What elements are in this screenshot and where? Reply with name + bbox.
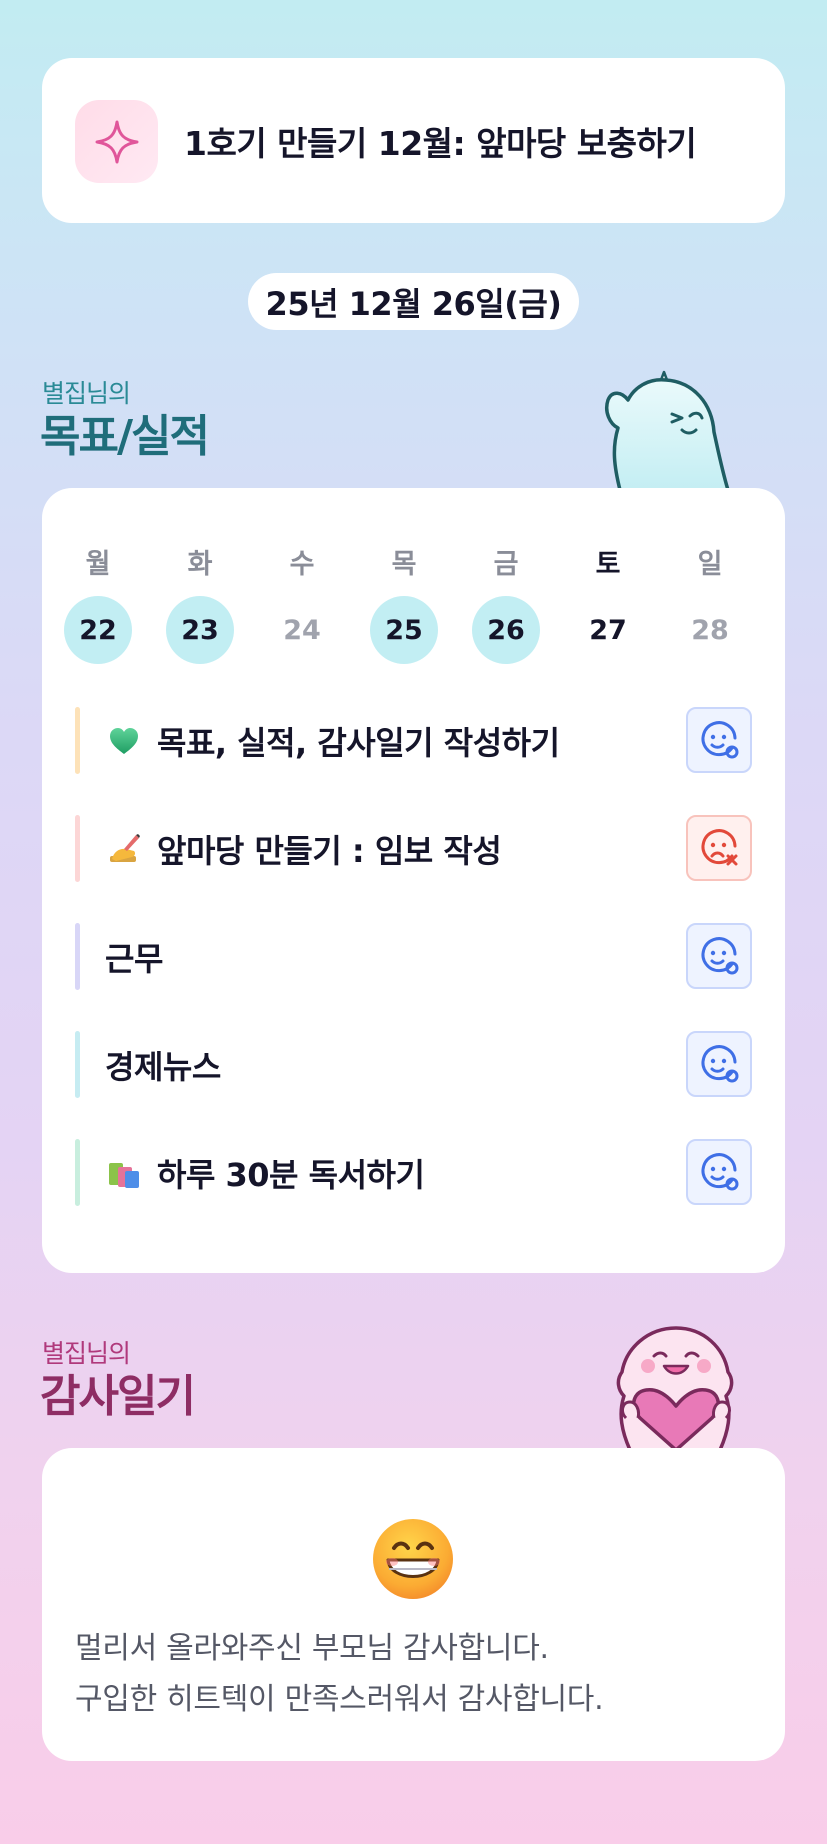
weekday-label: 목	[391, 549, 417, 580]
day-sat[interactable]: 토 27	[557, 488, 659, 678]
task-row-content: 하루 30분 독서하기	[105, 1139, 425, 1206]
date-chip[interactable]: 27	[574, 596, 642, 664]
day-mon[interactable]: 월 22	[47, 488, 149, 678]
ghost-mascot-icon	[605, 370, 730, 490]
day-fri[interactable]: 금 26	[455, 488, 557, 678]
smile-check-icon	[701, 721, 739, 759]
green-heart-icon	[105, 722, 143, 760]
task-item[interactable]: 하루 30분 독서하기	[75, 1139, 755, 1206]
smile-check-icon	[701, 1153, 739, 1191]
task-item[interactable]: 근무	[75, 923, 755, 990]
goal-banner-title: 1호기 만들기 12월: 앞마당 보충하기	[184, 123, 697, 163]
diary-entry-line: 구입한 히트텍이 만족스러워서 감사합니다.	[75, 1682, 604, 1717]
heart-mascot-icon	[616, 1326, 734, 1450]
task-label: 경제뉴스	[105, 1047, 221, 1086]
goals-card: 월 22 화 23 수 24 목 25 금 26 토 27 일 28 목표, 실…	[42, 488, 785, 1273]
task-label: 근무	[105, 939, 163, 978]
weekday-label: 일	[697, 549, 723, 580]
day-wed[interactable]: 수 24	[251, 488, 353, 678]
goals-section-title: 목표/실적	[40, 411, 210, 462]
weekday-label: 금	[493, 549, 519, 580]
diary-entry-line: 멀리서 올라와주신 부모님 감사합니다.	[75, 1631, 549, 1666]
status-ok-button[interactable]	[686, 1031, 752, 1097]
grinning-face-icon	[373, 1519, 453, 1599]
status-ok-button[interactable]	[686, 923, 752, 989]
task-item[interactable]: 목표, 실적, 감사일기 작성하기	[75, 707, 755, 774]
task-row-content: 목표, 실적, 감사일기 작성하기	[105, 707, 560, 774]
task-color-bar	[75, 1031, 80, 1098]
day-tue[interactable]: 화 23	[149, 488, 251, 678]
smile-check-icon	[701, 1045, 739, 1083]
frown-x-icon	[701, 829, 738, 866]
day-thu[interactable]: 목 25	[353, 488, 455, 678]
status-ok-button[interactable]	[686, 707, 752, 773]
task-row-content: 앞마당 만들기 : 임보 작성	[105, 815, 502, 882]
task-label: 하루 30분 독서하기	[157, 1155, 425, 1194]
task-color-bar	[75, 815, 80, 882]
gratitude-diary-card: 멀리서 올라와주신 부모님 감사합니다. 구입한 히트텍이 만족스러워서 감사합…	[42, 1448, 785, 1761]
date-chip[interactable]: 22	[64, 596, 132, 664]
books-icon	[105, 1154, 143, 1192]
weekday-label: 수	[289, 549, 315, 580]
date-chip[interactable]: 24	[268, 596, 336, 664]
weekday-label: 월	[85, 549, 111, 580]
status-ok-button[interactable]	[686, 1139, 752, 1205]
date-chip[interactable]: 26	[472, 596, 540, 664]
task-item[interactable]: 앞마당 만들기 : 임보 작성	[75, 815, 755, 882]
date-chip[interactable]: 25	[370, 596, 438, 664]
writing-hand-icon	[105, 830, 143, 868]
date-chip[interactable]: 28	[676, 596, 744, 664]
date-selector[interactable]: 25년 12월 26일(금)	[248, 273, 579, 330]
task-color-bar	[75, 707, 80, 774]
status-fail-button[interactable]	[686, 815, 752, 881]
task-label: 목표, 실적, 감사일기 작성하기	[157, 723, 560, 762]
task-color-bar	[75, 1139, 80, 1206]
day-sun[interactable]: 일 28	[659, 488, 761, 678]
weekday-label: 토	[595, 549, 621, 580]
smile-check-icon	[701, 937, 739, 975]
task-row-content: 근무	[105, 923, 163, 990]
date-chip[interactable]: 23	[166, 596, 234, 664]
diary-section-title: 감사일기	[40, 1371, 196, 1422]
task-row-content: 경제뉴스	[105, 1031, 221, 1098]
week-strip: 월 22 화 23 수 24 목 25 금 26 토 27 일 28	[42, 488, 785, 678]
weekday-label: 화	[187, 549, 213, 580]
sparkle-icon	[75, 100, 158, 183]
task-color-bar	[75, 923, 80, 990]
task-label: 앞마당 만들기 : 임보 작성	[157, 831, 502, 870]
goal-banner-card[interactable]: 1호기 만들기 12월: 앞마당 보충하기	[42, 58, 785, 223]
task-item[interactable]: 경제뉴스	[75, 1031, 755, 1098]
